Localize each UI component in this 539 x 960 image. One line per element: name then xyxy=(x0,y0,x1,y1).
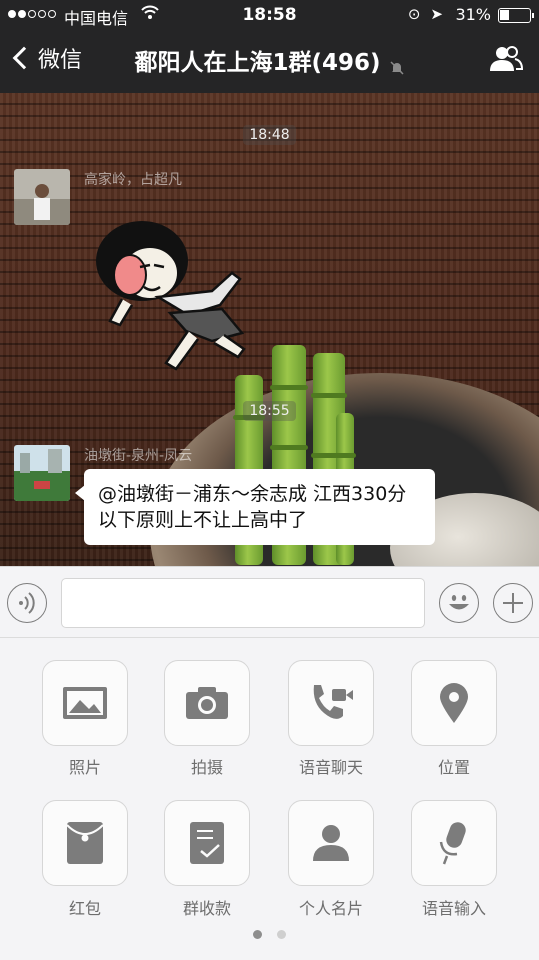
more-functions-button[interactable] xyxy=(493,583,533,623)
panel-label: 语音聊天 xyxy=(298,758,363,777)
battery-icon xyxy=(498,8,534,23)
message-text: @油墩街－浦东～余志成 江西330分以下原则上不让上高中了 xyxy=(98,483,407,531)
top-bar: 中国电信 18:58 ⊙➤ 31% 微信 鄱阳人在上海1群(496) xyxy=(0,0,539,93)
smiley-icon xyxy=(448,594,469,609)
sender-name: 高家岭，占超凡 xyxy=(84,172,182,188)
panel-item-voice-input[interactable] xyxy=(411,800,497,886)
voice-mode-button[interactable] xyxy=(7,583,47,623)
page-indicator-dot[interactable] xyxy=(277,930,286,939)
avatar[interactable] xyxy=(14,445,70,501)
meme-sticker-image xyxy=(96,221,246,371)
sticker-message[interactable] xyxy=(92,213,257,373)
group-members-icon xyxy=(490,46,524,71)
panel-item-voice-chat[interactable] xyxy=(288,660,374,746)
battery-percentage: 31% xyxy=(455,5,491,24)
orientation-lock-icon: ⊙➤ xyxy=(407,5,453,23)
panel-item-contact-card[interactable] xyxy=(288,800,374,886)
contact-card-icon xyxy=(313,825,349,861)
mute-bell-icon xyxy=(389,56,405,75)
panel-item-location[interactable] xyxy=(411,660,497,746)
group-payment-icon xyxy=(190,822,224,864)
message-timestamp: 18:48 xyxy=(0,125,539,145)
panel-label: 拍摄 xyxy=(190,758,223,777)
voice-wave-icon xyxy=(18,591,35,614)
panel-label: 位置 xyxy=(437,758,470,777)
message-bubble[interactable]: @油墩街－浦东～余志成 江西330分以下原则上不让上高中了 xyxy=(75,469,435,545)
panel-item-group-payment[interactable] xyxy=(164,800,250,886)
chat-message-area[interactable]: 18:48 高家岭，占超凡 18:55 油墩街-泉州-凤云 @油墩街－浦东～余志… xyxy=(0,93,539,566)
panel-item-camera[interactable] xyxy=(164,660,250,746)
group-members-button[interactable] xyxy=(489,45,524,73)
message-timestamp: 18:55 xyxy=(0,401,539,421)
location-icon xyxy=(440,683,468,723)
sender-name: 油墩街-泉州-凤云 xyxy=(84,448,193,464)
panel-label: 语音输入 xyxy=(421,899,486,918)
photo-icon xyxy=(63,687,107,719)
panel-item-red-packet[interactable] xyxy=(42,800,128,886)
red-packet-icon xyxy=(66,822,104,864)
function-panel: 照片 拍摄 语音聊天 位置 红包 群收款 个人名片 语音输入 xyxy=(0,638,539,960)
chat-title-text: 鄱阳人在上海1群(496) xyxy=(134,50,381,76)
video-call-icon xyxy=(313,685,353,719)
panel-label: 群收款 xyxy=(182,899,231,918)
emoji-button[interactable] xyxy=(439,583,479,623)
panel-label: 红包 xyxy=(68,899,101,918)
status-bar: 中国电信 18:58 ⊙➤ 31% xyxy=(0,0,539,30)
plus-icon xyxy=(502,592,523,613)
avatar[interactable] xyxy=(14,169,70,225)
page-indicator-dot[interactable] xyxy=(253,930,262,939)
chat-title: 鄱阳人在上海1群(496) xyxy=(0,43,539,77)
microphone-icon xyxy=(439,822,466,865)
panel-label: 个人名片 xyxy=(298,899,363,918)
navigation-bar: 微信 鄱阳人在上海1群(496) xyxy=(0,30,539,93)
battery-fill xyxy=(500,10,509,20)
panel-label: 照片 xyxy=(68,758,101,777)
input-toolbar xyxy=(0,566,539,638)
message-input[interactable] xyxy=(61,578,425,628)
camera-icon xyxy=(186,687,228,719)
panel-item-photos[interactable] xyxy=(42,660,128,746)
